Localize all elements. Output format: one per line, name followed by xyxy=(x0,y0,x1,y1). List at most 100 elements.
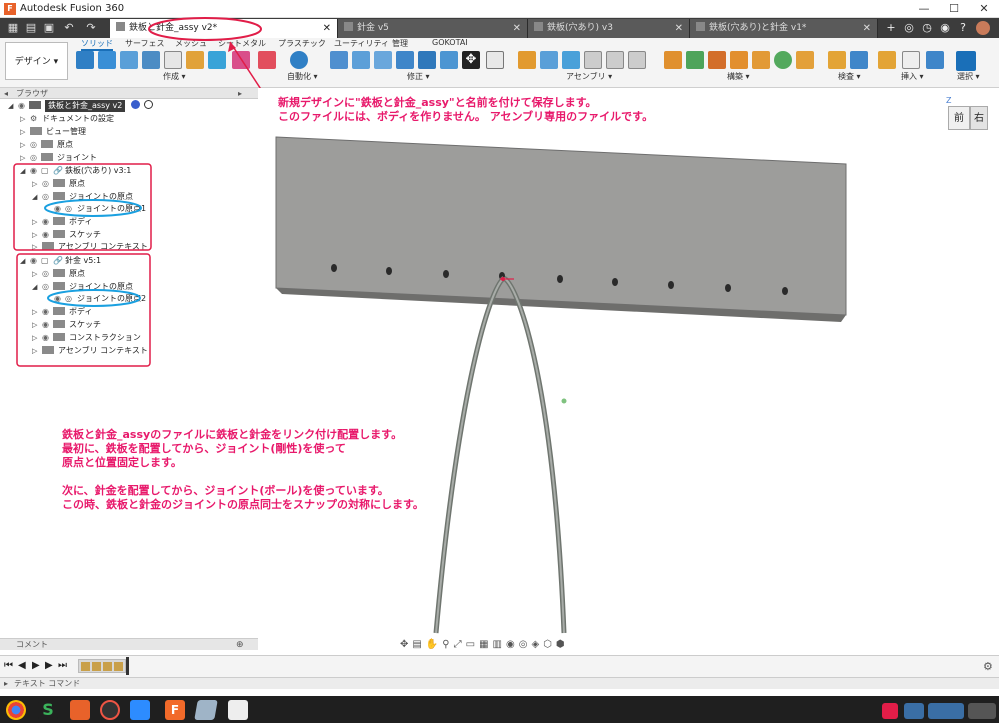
viewports-icon[interactable]: ▥ xyxy=(493,639,506,650)
point-icon[interactable] xyxy=(774,51,792,69)
help-icon[interactable]: ? xyxy=(956,21,970,35)
tree-item-origin[interactable]: ▷ ◎ 原点 xyxy=(20,139,73,151)
file-icon[interactable]: ▤ xyxy=(24,21,38,35)
tree-root[interactable]: ◢ ◉ 鉄板と針金_assy v2 xyxy=(8,100,154,112)
align-icon[interactable] xyxy=(486,51,504,69)
visual-style-icon[interactable]: ◈ xyxy=(531,639,543,650)
pattern-icon[interactable] xyxy=(164,51,182,69)
tab-close-icon[interactable]: ✕ xyxy=(863,19,871,38)
undo-icon[interactable]: ↶ xyxy=(62,21,76,35)
collapsed-arrow-icon[interactable]: ▷ xyxy=(32,268,42,280)
tree-item-wire-component[interactable]: ◢ ◉ ▢ 🔗 針金 v5:1 xyxy=(20,255,101,267)
visibility-icon[interactable]: ◉ xyxy=(18,100,29,112)
point-at-vertex-icon[interactable] xyxy=(796,51,814,69)
visibility-icon[interactable]: ◎ xyxy=(42,281,53,293)
tree-item-wire-construction[interactable]: ▷ ◉ コンストラクション xyxy=(32,332,141,344)
offset-plane-icon[interactable] xyxy=(664,51,682,69)
midplane-icon[interactable] xyxy=(730,51,748,69)
automate-group-label[interactable]: 自動化 ▾ xyxy=(287,71,318,82)
visibility-icon[interactable]: ◉ xyxy=(54,293,65,305)
chrome-icon[interactable] xyxy=(6,700,26,720)
create-sketch-icon[interactable] xyxy=(76,51,94,69)
drive-joints-icon[interactable] xyxy=(606,51,624,69)
tablet-app-icon[interactable] xyxy=(194,700,218,720)
notepad-icon[interactable] xyxy=(228,700,248,720)
fusion360-taskbar-icon[interactable]: F xyxy=(165,700,185,720)
interference-icon[interactable] xyxy=(850,51,868,69)
comments-panel[interactable]: コメント ⊕ xyxy=(0,638,258,650)
go-to-start-icon[interactable]: ⏮ xyxy=(4,660,13,671)
collapsed-arrow-icon[interactable]: ▷ xyxy=(20,139,30,151)
extensions-icon[interactable]: ◎ xyxy=(902,21,916,35)
inspect-group-label[interactable]: 検査 ▾ xyxy=(838,71,861,82)
timeline-feature-icon[interactable] xyxy=(92,662,101,671)
step-forward-icon[interactable]: ▶ xyxy=(45,660,53,671)
timeline-feature-icon[interactable] xyxy=(103,662,112,671)
collapsed-arrow-icon[interactable]: ▷ xyxy=(32,332,42,344)
viewcube-right[interactable]: 右 xyxy=(970,106,988,130)
go-to-end-icon[interactable]: ⏭ xyxy=(58,660,67,671)
timeline-marker[interactable] xyxy=(126,657,129,675)
tab-wire[interactable]: 針金 v5 ✕ xyxy=(338,19,528,38)
visibility-icon[interactable]: ◉ xyxy=(42,216,53,228)
tab-sheetmetal[interactable]: シートメタル xyxy=(218,38,266,49)
tree-item-joint-origin-1[interactable]: ◉ ◎ ジョイントの原点1 xyxy=(54,203,146,215)
plane-at-angle-icon[interactable] xyxy=(686,51,704,69)
tab-plastic[interactable]: プラスチック xyxy=(278,38,326,49)
new-joint-icon[interactable] xyxy=(518,51,536,69)
shaded-icon[interactable]: ◉ xyxy=(506,639,519,650)
tab-close-icon[interactable]: ✕ xyxy=(513,19,521,38)
viewcube[interactable]: Z 前 右 xyxy=(942,96,994,140)
tab-surface[interactable]: サーフェス xyxy=(125,38,165,49)
activate-icon[interactable] xyxy=(130,100,140,109)
environment-icon[interactable]: ⬡ xyxy=(543,639,556,650)
insert-mcmaster-icon[interactable] xyxy=(902,51,920,69)
zoom-icon[interactable]: ⚲ xyxy=(442,639,453,650)
tree-item-wire-sketches[interactable]: ▷ ◉ スケッチ xyxy=(32,319,101,331)
collapsed-arrow-icon[interactable]: ▷ xyxy=(32,241,42,253)
mirror-icon[interactable] xyxy=(232,51,250,69)
visibility-icon[interactable]: ◎ xyxy=(42,178,53,190)
visibility-icon[interactable]: ◉ xyxy=(30,165,41,177)
tree-item-wire-origin[interactable]: ▷ ◎ 原点 xyxy=(32,268,85,280)
expand-text-command-icon[interactable]: ▸ xyxy=(4,678,8,690)
tree-item-joint-origin-2[interactable]: ◉ ◎ ジョイントの原点2 xyxy=(54,293,146,305)
tree-item-view-mgmt[interactable]: ▷ ビュー管理 xyxy=(20,126,86,138)
measure-icon[interactable] xyxy=(828,51,846,69)
loft-icon[interactable] xyxy=(208,51,226,69)
tree-item-plate-joint-origins[interactable]: ◢ ◎ ジョイントの原点 xyxy=(32,191,133,203)
tab-plate[interactable]: 鉄板(穴あり) v3 ✕ xyxy=(528,19,690,38)
new-tab-icon[interactable]: + xyxy=(884,21,898,35)
tab-close-icon[interactable]: ✕ xyxy=(323,19,331,38)
timeline-feature-icon[interactable] xyxy=(114,662,123,671)
close-button[interactable]: ✕ xyxy=(969,0,999,18)
tree-item-plate-assembly-context[interactable]: ▷ アセンブリ コンテキスト xyxy=(32,241,148,253)
expand-comments-icon[interactable]: ⊕ xyxy=(236,639,244,651)
viewcube-front[interactable]: 前 xyxy=(948,106,970,130)
grid-icon[interactable]: ▦ xyxy=(479,639,492,650)
as-built-joint-icon[interactable] xyxy=(540,51,558,69)
visibility-icon[interactable]: ◎ xyxy=(42,191,53,203)
minimize-button[interactable]: — xyxy=(909,0,939,18)
tree-item-plate-component[interactable]: ◢ ◉ ▢ 🔗 鉄板(穴あり) v3:1 xyxy=(20,165,131,177)
tab-solid[interactable]: ソリッド xyxy=(81,38,113,51)
tab-utility[interactable]: ユーティリティ xyxy=(334,38,389,49)
user-avatar[interactable] xyxy=(976,21,990,35)
tray-misc-icon[interactable] xyxy=(968,703,996,719)
tree-item-wire-bodies[interactable]: ▷ ◉ ボディ xyxy=(32,306,92,318)
extrude-icon[interactable] xyxy=(120,51,138,69)
combine-icon[interactable] xyxy=(418,51,436,69)
press-pull-icon[interactable] xyxy=(330,51,348,69)
effects-icon[interactable]: ⬢ xyxy=(556,639,569,650)
chamfer-icon[interactable] xyxy=(374,51,392,69)
insert-group-label[interactable]: 挿入 ▾ xyxy=(901,71,924,82)
timeline-features[interactable] xyxy=(78,659,126,673)
tree-item-doc-settings[interactable]: ▷ ⚙ ドキュメントの設定 xyxy=(20,113,114,125)
tree-item-wire-assembly-context[interactable]: ▷ アセンブリ コンテキスト xyxy=(32,345,148,357)
fit-icon[interactable]: ⤢ xyxy=(454,639,466,650)
modify-group-label[interactable]: 修正 ▾ xyxy=(407,71,430,82)
tray-arrows-icon[interactable] xyxy=(928,703,964,719)
pin-icon[interactable]: ▸ xyxy=(238,88,242,99)
tangent-plane-icon[interactable] xyxy=(708,51,726,69)
revolve-icon[interactable] xyxy=(142,51,160,69)
